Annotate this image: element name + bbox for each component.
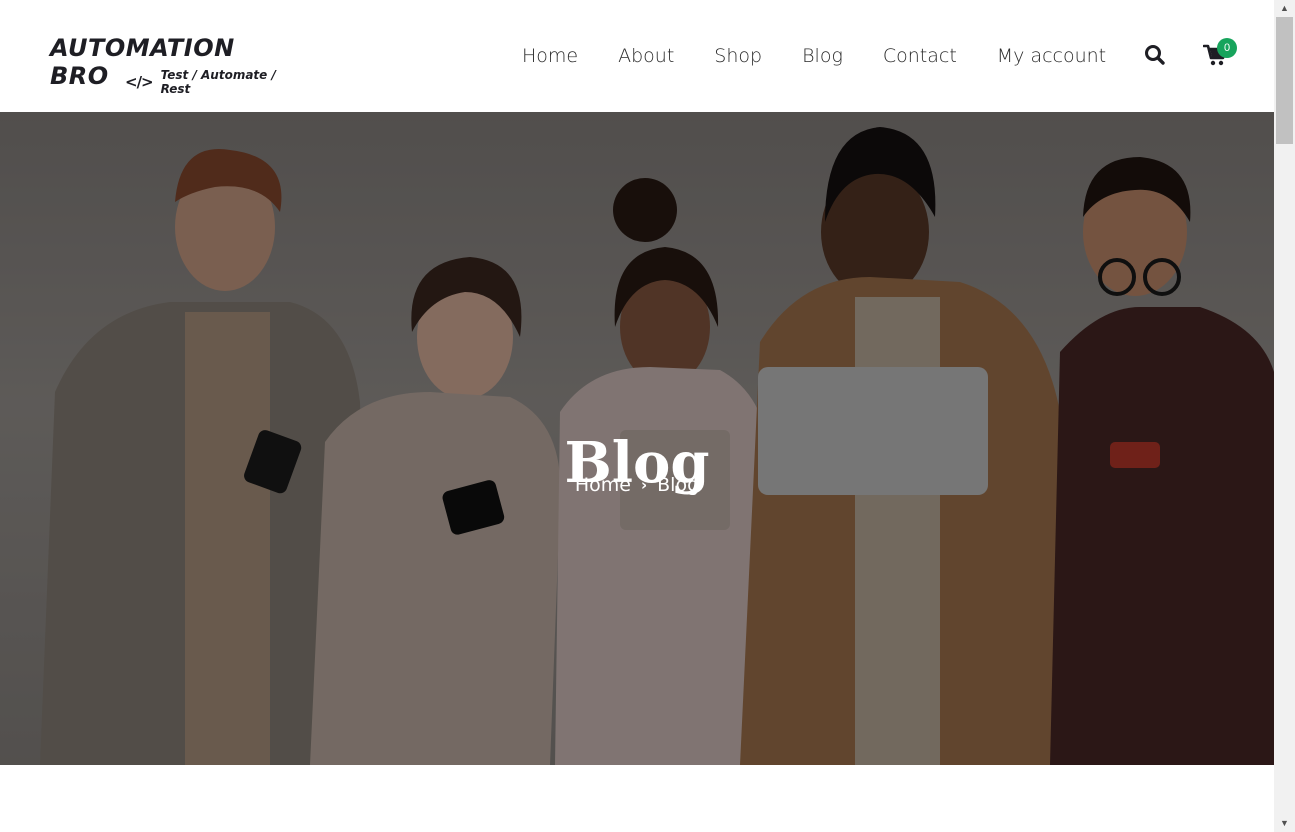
logo-tagline-row: </> Test / Automate / Rest [125, 68, 300, 96]
cart-count-badge: 0 [1217, 38, 1237, 58]
scroll-down-arrow-icon[interactable]: ▼ [1274, 815, 1295, 832]
page-scrollbar[interactable]: ▲ ▼ [1274, 0, 1295, 832]
breadcrumb-home-link[interactable]: Home [575, 474, 631, 496]
nav-item-blog[interactable]: Blog [802, 42, 843, 70]
breadcrumb-current: Blog [657, 474, 700, 496]
search-icon[interactable] [1144, 44, 1166, 66]
site-header: AUTOMATION BRO </> Test / Automate / Res… [0, 0, 1274, 112]
nav-item-about[interactable]: About [618, 42, 674, 70]
logo-tagline: Test / Automate / Rest [160, 68, 276, 96]
chevron-right-icon: › [640, 476, 648, 494]
nav-item-contact[interactable]: Contact [883, 42, 957, 70]
scrollbar-thumb[interactable] [1276, 17, 1293, 144]
hero-banner: Blog Home › Blog [0, 112, 1274, 765]
scroll-up-arrow-icon[interactable]: ▲ [1274, 0, 1295, 17]
main-nav: Home About Shop Blog Contact My account [522, 42, 1106, 70]
nav-item-my-account[interactable]: My account [997, 42, 1106, 70]
breadcrumb: Home › Blog [0, 474, 1274, 496]
nav-item-home[interactable]: Home [522, 42, 578, 70]
code-icon: </> [125, 73, 154, 91]
nav-item-shop[interactable]: Shop [714, 42, 762, 70]
site-logo[interactable]: AUTOMATION BRO </> Test / Automate / Res… [50, 34, 300, 96]
